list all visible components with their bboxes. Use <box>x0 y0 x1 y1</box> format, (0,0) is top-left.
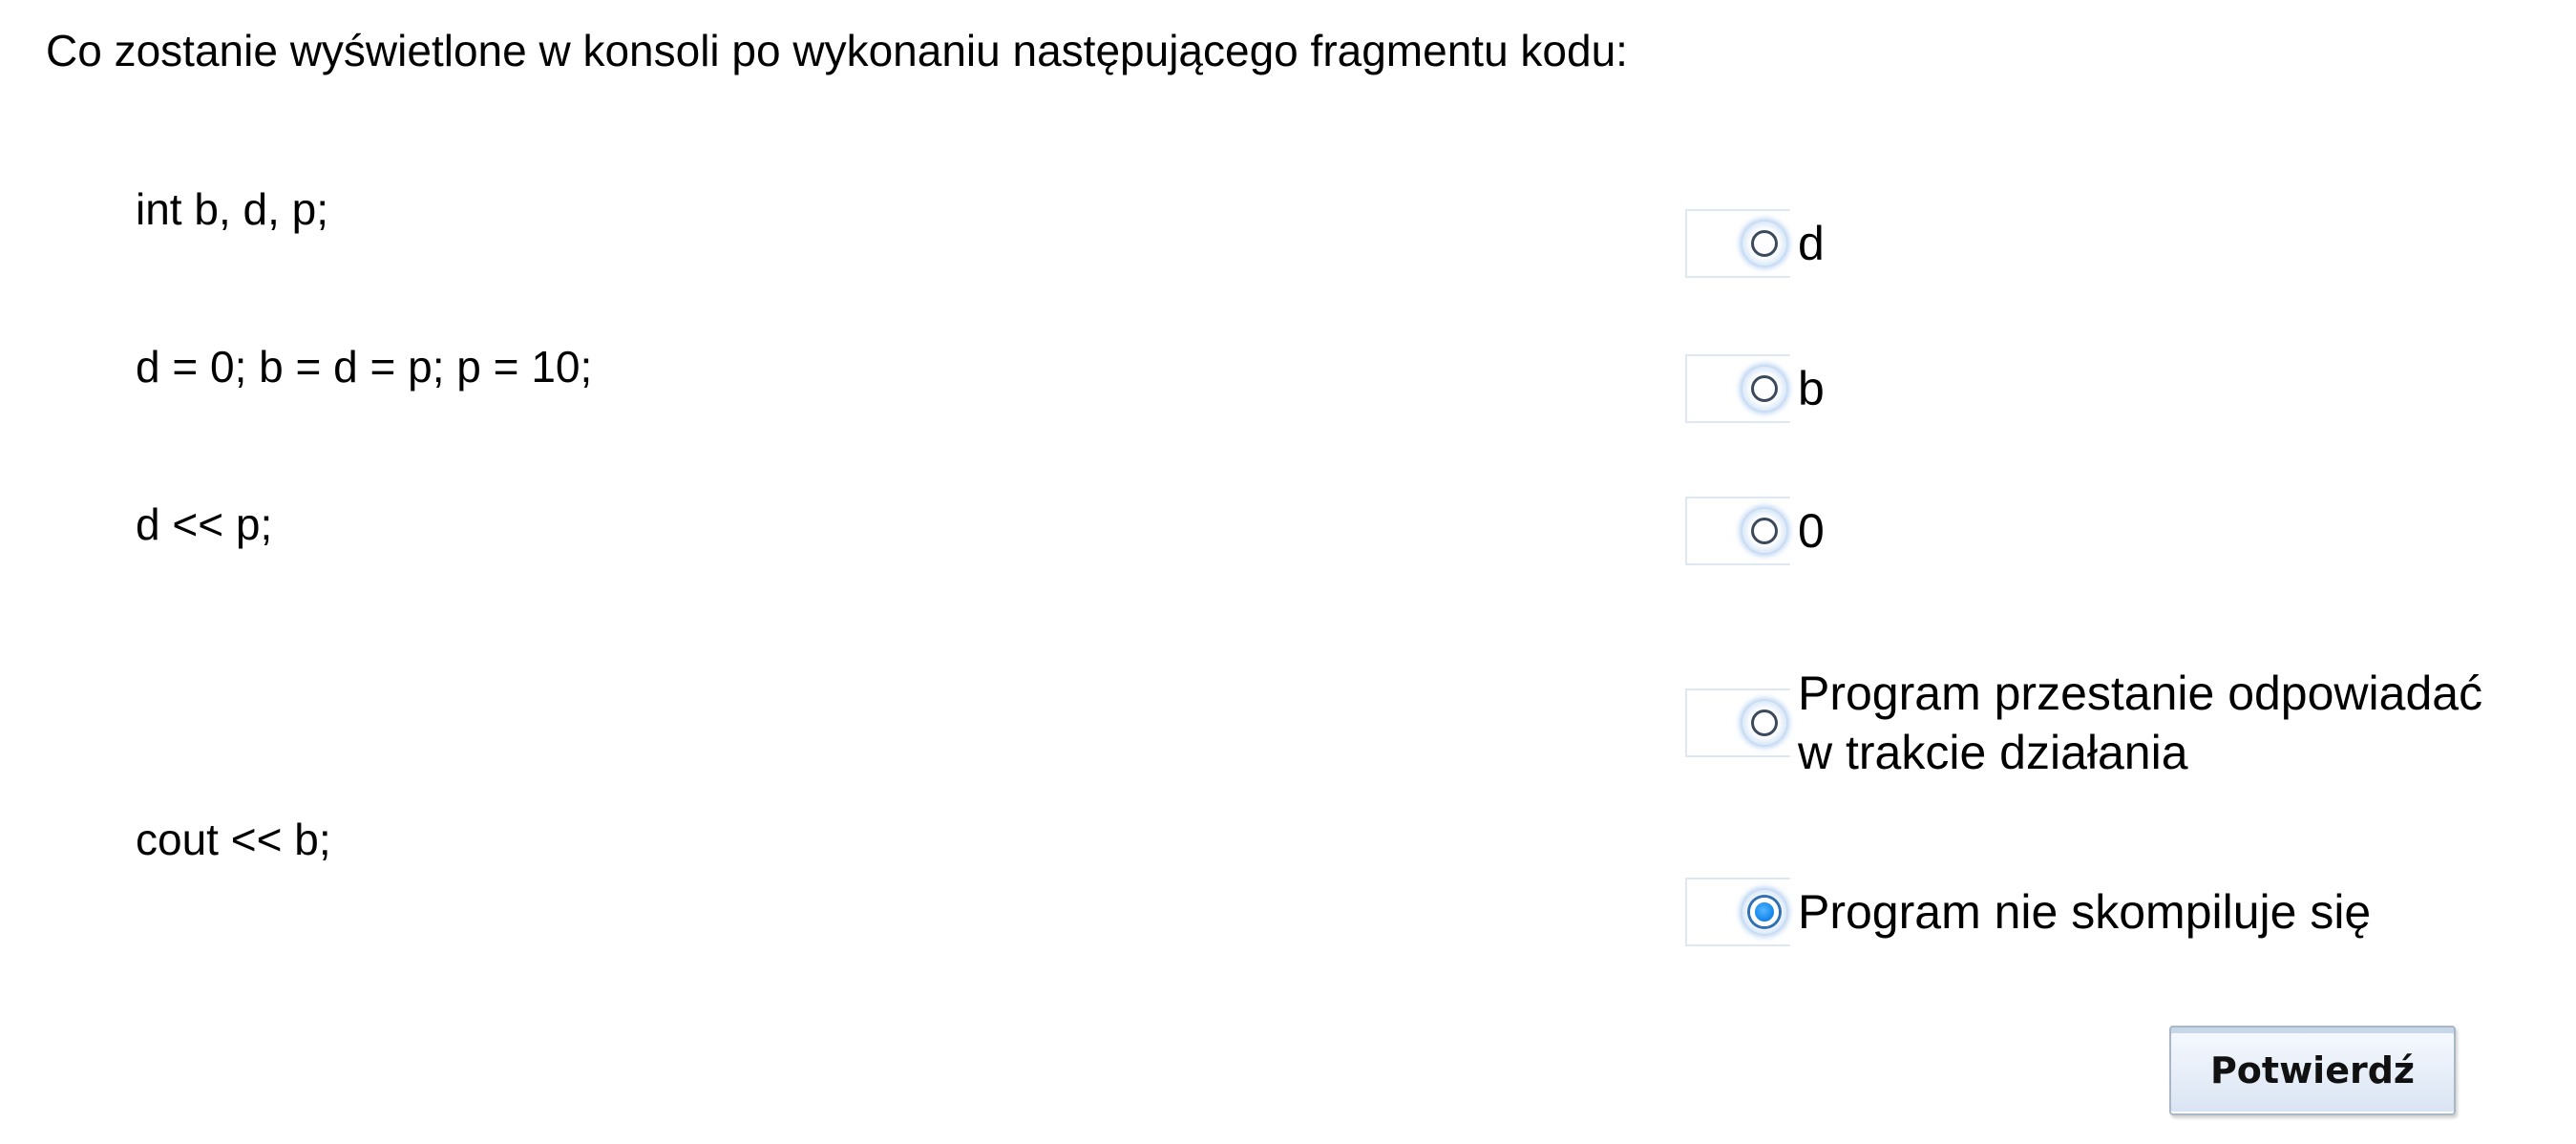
answer-label: 0 <box>1798 501 1825 561</box>
answer-label-line: Program przestanie odpowiadać <box>1798 667 2483 720</box>
answer-label: d <box>1798 214 1825 273</box>
answer-option-no-compile[interactable]: Program nie skompiluje się <box>1685 878 2371 946</box>
radio-button[interactable] <box>1742 222 1786 265</box>
answer-label-line: 0 <box>1798 504 1825 558</box>
answer-label-line: d <box>1798 217 1825 270</box>
answer-label: b <box>1798 359 1825 418</box>
code-line: d = 0; b = d = p; p = 10; <box>136 342 593 392</box>
answer-label-line: b <box>1798 362 1825 415</box>
code-line: cout << b; <box>136 815 331 864</box>
radio-frame <box>1685 354 1790 423</box>
radio-button[interactable] <box>1742 509 1786 553</box>
answer-label-line: w trakcie działania <box>1798 726 2188 779</box>
answer-label-line: Program nie skompiluje się <box>1798 885 2372 939</box>
radio-button[interactable] <box>1742 367 1786 411</box>
radio-button-selected[interactable] <box>1742 890 1786 934</box>
answer-label: Program nie skompiluje się <box>1798 882 2371 942</box>
answer-label: Program przestanie odpowiadać w trakcie … <box>1798 664 2482 782</box>
answer-option-d[interactable]: d <box>1685 209 1825 278</box>
radio-frame <box>1685 209 1790 278</box>
radio-frame <box>1685 689 1790 757</box>
code-line: d << p; <box>136 499 273 549</box>
code-block: int b, d, p; d = 0; b = d = p; p = 10; d… <box>136 78 592 919</box>
confirm-button[interactable]: Potwierdź <box>2169 1026 2456 1115</box>
answer-option-0[interactable]: 0 <box>1685 497 1825 565</box>
answer-option-b[interactable]: b <box>1685 354 1825 423</box>
radio-frame <box>1685 497 1790 565</box>
radio-button[interactable] <box>1742 701 1786 745</box>
question-text: Co zostanie wyświetlone w konsoli po wyk… <box>46 26 1628 75</box>
code-line: int b, d, p; <box>136 184 329 234</box>
radio-frame <box>1685 878 1790 946</box>
answer-option-hang[interactable]: Program przestanie odpowiadać w trakcie … <box>1685 664 2482 782</box>
